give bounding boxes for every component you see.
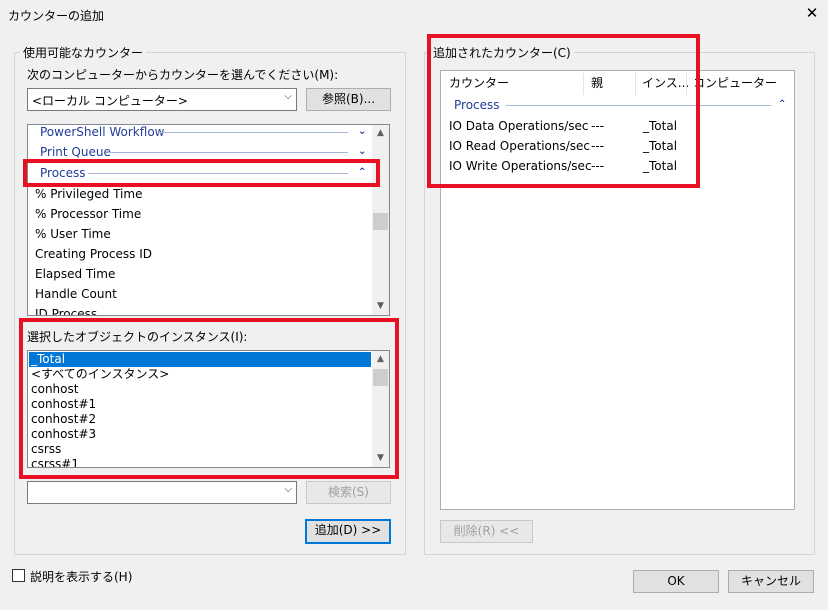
cell-counter: IO Write Operations/sec (449, 159, 592, 173)
cell-parent: --- (591, 139, 604, 153)
list-item[interactable]: csrss#1 (31, 457, 79, 467)
chevron-down-icon: ⌵ (284, 484, 292, 495)
show-description-label[interactable]: 説明を表示する(H) (30, 568, 132, 585)
scroll-down-icon[interactable]: ▼ (372, 450, 389, 467)
counter-list[interactable]: PowerShell Workflow ⌄ Print Queue ⌄ Proc… (27, 124, 390, 316)
browse-button[interactable]: 参照(B)... (306, 88, 391, 111)
category-label: PowerShell Workflow (40, 125, 165, 139)
instance-list-scrollbar[interactable]: ▲ ▼ (372, 351, 389, 467)
remove-button[interactable]: 削除(R) << (440, 520, 533, 543)
cell-instance: _Total (643, 119, 678, 133)
chevron-down-icon: ⌵ (284, 91, 292, 102)
available-counters-label: 使用可能なカウンター (20, 44, 147, 61)
instances-label: 選択したオブジェクトのインスタンス(I): (27, 330, 248, 344)
scroll-thumb[interactable] (373, 369, 388, 386)
chevron-up-icon[interactable]: ⌃ (778, 95, 786, 115)
instance-list[interactable]: _Total <すべてのインスタンス> conhost conhost#1 co… (27, 350, 390, 468)
chevron-down-icon[interactable]: ⌄ (358, 125, 366, 142)
column-header-computer[interactable]: コンピューター (693, 71, 777, 95)
chevron-down-icon[interactable]: ⌄ (358, 142, 366, 162)
counter-category-process[interactable]: Process ⌃ (40, 163, 370, 183)
column-header-parent[interactable]: 親 (591, 71, 603, 95)
cell-counter: IO Read Operations/sec (449, 139, 591, 153)
category-label: Process (454, 98, 500, 112)
cancel-button[interactable]: キャンセル (728, 570, 814, 593)
ok-button[interactable]: OK (633, 570, 719, 593)
window-title: カウンターの追加 (8, 9, 105, 23)
added-counter-table[interactable]: カウンター 親 インス... コンピューター Process ⌃ IO Data… (440, 70, 795, 510)
list-item[interactable]: ID Process (35, 304, 97, 315)
scroll-thumb[interactable] (373, 213, 388, 230)
list-item[interactable]: _Total (29, 352, 371, 367)
list-item[interactable]: conhost#1 (31, 397, 96, 412)
scroll-down-icon[interactable]: ▼ (372, 298, 389, 315)
scroll-up-icon[interactable]: ▲ (372, 125, 389, 142)
list-item[interactable]: Elapsed Time (35, 264, 115, 284)
list-item[interactable]: csrss (31, 442, 61, 457)
list-item[interactable]: conhost (31, 382, 78, 397)
counter-list-scrollbar[interactable]: ▲ ▼ (372, 125, 389, 315)
table-row[interactable]: IO Data Operations/sec --- _Total (449, 116, 789, 136)
list-item[interactable]: Creating Process ID (35, 244, 152, 264)
computer-select[interactable]: <ローカル コンピューター> ⌵ (27, 88, 297, 111)
cell-parent: --- (591, 159, 604, 173)
list-item[interactable]: Handle Count (35, 284, 117, 304)
list-item[interactable]: conhost#3 (31, 427, 96, 442)
search-input[interactable]: ⌵ (27, 481, 297, 504)
add-button[interactable]: 追加(D) >> (305, 519, 391, 544)
table-row[interactable]: IO Write Operations/sec --- _Total (449, 156, 789, 176)
category-label: Process (40, 166, 86, 180)
scroll-up-icon[interactable]: ▲ (372, 351, 389, 368)
list-item[interactable]: % Privileged Time (35, 184, 142, 204)
added-counters-label: 追加されたカウンター(C) (430, 44, 574, 61)
added-category-process[interactable]: Process ⌃ (454, 95, 789, 115)
column-header-counter[interactable]: カウンター (449, 71, 509, 95)
cell-counter: IO Data Operations/sec (449, 119, 589, 133)
chevron-up-icon[interactable]: ⌃ (358, 163, 366, 183)
cell-parent: --- (591, 119, 604, 133)
table-row[interactable]: IO Read Operations/sec --- _Total (449, 136, 789, 156)
column-header-instance[interactable]: インス... (642, 71, 689, 95)
show-description-checkbox[interactable] (12, 569, 25, 582)
counter-category-powershell[interactable]: PowerShell Workflow ⌄ (40, 125, 370, 142)
cell-instance: _Total (643, 139, 678, 153)
computer-select-value: <ローカル コンピューター> (32, 94, 188, 108)
category-label: Print Queue (40, 145, 111, 159)
close-icon[interactable]: ✕ (803, 4, 821, 22)
list-item[interactable]: % Processor Time (35, 204, 141, 224)
cell-instance: _Total (643, 159, 678, 173)
list-item[interactable]: <すべてのインスタンス> (31, 367, 169, 382)
counter-category-print-queue[interactable]: Print Queue ⌄ (40, 142, 370, 162)
computer-label: 次のコンピューターからカウンターを選んでください(M): (27, 68, 339, 82)
list-item[interactable]: % User Time (35, 224, 111, 244)
list-item[interactable]: conhost#2 (31, 412, 96, 427)
search-button[interactable]: 検索(S) (306, 481, 391, 504)
